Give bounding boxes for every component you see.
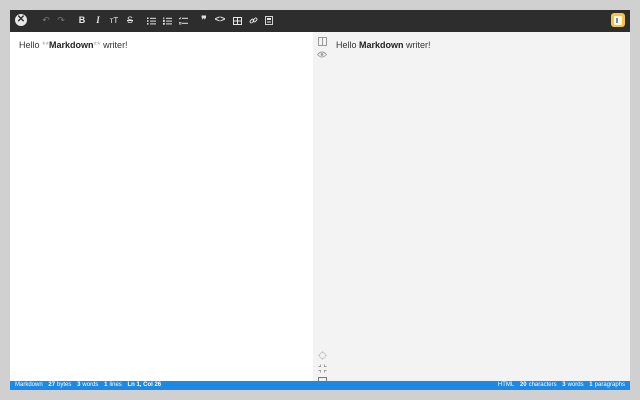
code-icon: <> bbox=[214, 15, 226, 25]
toggle-layout-button[interactable] bbox=[313, 35, 331, 47]
image-button[interactable] bbox=[263, 14, 275, 27]
strikethrough-button[interactable]: S bbox=[124, 14, 136, 27]
status-bytes-count: 27 bbox=[48, 382, 56, 388]
pane-divider bbox=[313, 32, 331, 381]
status-chars-count: 20 bbox=[519, 382, 527, 388]
numbered-list-button[interactable] bbox=[161, 14, 173, 27]
status-paragraphs-label: paragraphs bbox=[594, 382, 625, 388]
toolbar: ✕ ↶ ↷ B I ᴛT S ❞ <> bbox=[10, 10, 630, 32]
redo-icon: ↷ bbox=[57, 15, 65, 25]
sync-scroll-button[interactable] bbox=[313, 349, 331, 361]
quote-icon: ❞ bbox=[201, 14, 207, 26]
status-paragraphs-count: 1 bbox=[589, 382, 593, 388]
link-icon bbox=[249, 17, 257, 24]
expand-icon bbox=[318, 364, 326, 372]
status-left: Markdown 27 bytes 3 words 1 lines Ln 1, Col… bbox=[15, 381, 163, 390]
editor-window: ✕ ↶ ↷ B I ᴛT S ❞ <> Hello **Markdown** w… bbox=[10, 10, 630, 390]
preview-bold-text: Markdown bbox=[359, 40, 404, 50]
task-list-icon bbox=[178, 16, 188, 24]
status-cursor-position: Ln 1, Col 26 bbox=[127, 382, 162, 388]
bold-icon: B bbox=[78, 15, 86, 25]
heading-button[interactable]: ᴛT bbox=[108, 14, 120, 27]
status-chars-label: characters bbox=[528, 382, 557, 388]
bullet-list-icon bbox=[146, 17, 156, 25]
image-icon bbox=[265, 16, 273, 25]
toggle-preview-button[interactable] bbox=[313, 48, 331, 60]
italic-icon: I bbox=[96, 15, 100, 25]
heading-icon: ᴛT bbox=[109, 15, 119, 25]
status-bytes-label: bytes bbox=[57, 382, 72, 388]
link-button[interactable] bbox=[247, 14, 259, 27]
bold-text: Markdown bbox=[49, 40, 94, 50]
status-html-words-count: 3 bbox=[562, 382, 566, 388]
status-right: HTML 20 characters 3 words 1 paragraphs bbox=[498, 381, 625, 390]
redo-button[interactable]: ↷ bbox=[55, 14, 67, 27]
numbered-list-icon bbox=[162, 16, 172, 25]
close-button[interactable]: ✕ bbox=[15, 14, 27, 26]
table-icon bbox=[232, 16, 242, 25]
preview-paragraph: Hello Markdown writer! bbox=[336, 40, 431, 50]
bullet-list-button[interactable] bbox=[145, 14, 157, 27]
code-button[interactable]: <> bbox=[214, 14, 226, 27]
eye-icon bbox=[317, 51, 327, 57]
quote-button[interactable]: ❞ bbox=[198, 14, 210, 27]
italic-button[interactable]: I bbox=[92, 14, 104, 27]
task-list-button[interactable] bbox=[177, 14, 189, 27]
status-bar: Markdown 27 bytes 3 words 1 lines Ln 1, Col… bbox=[10, 381, 630, 390]
markdown-editor[interactable]: Hello **Markdown** writer! bbox=[10, 32, 313, 381]
bold-marker-open: ** bbox=[42, 40, 50, 50]
status-html-words-label: words bbox=[567, 382, 584, 388]
status-words-label: words bbox=[82, 382, 99, 388]
split-view-icon bbox=[317, 36, 327, 46]
app-logo-icon[interactable] bbox=[611, 13, 625, 27]
status-lines-label: lines bbox=[109, 382, 122, 388]
status-mode-markdown: Markdown bbox=[15, 382, 43, 388]
crosshair-icon bbox=[317, 350, 327, 360]
strikethrough-icon: S bbox=[126, 15, 133, 25]
undo-icon: ↶ bbox=[42, 15, 50, 25]
bold-marker-close: ** bbox=[93, 40, 101, 50]
undo-button[interactable]: ↶ bbox=[40, 14, 52, 27]
status-mode-html: HTML bbox=[497, 382, 515, 388]
focus-mode-button[interactable] bbox=[313, 362, 331, 374]
table-button[interactable] bbox=[231, 14, 243, 27]
bold-button[interactable]: B bbox=[76, 14, 88, 27]
editor-text-line[interactable]: Hello **Markdown** writer! bbox=[19, 40, 128, 50]
html-preview: Hello Markdown writer! bbox=[331, 32, 630, 381]
close-icon: ✕ bbox=[16, 14, 26, 25]
status-words-count: 3 bbox=[77, 382, 81, 388]
status-lines-count: 1 bbox=[104, 382, 108, 388]
